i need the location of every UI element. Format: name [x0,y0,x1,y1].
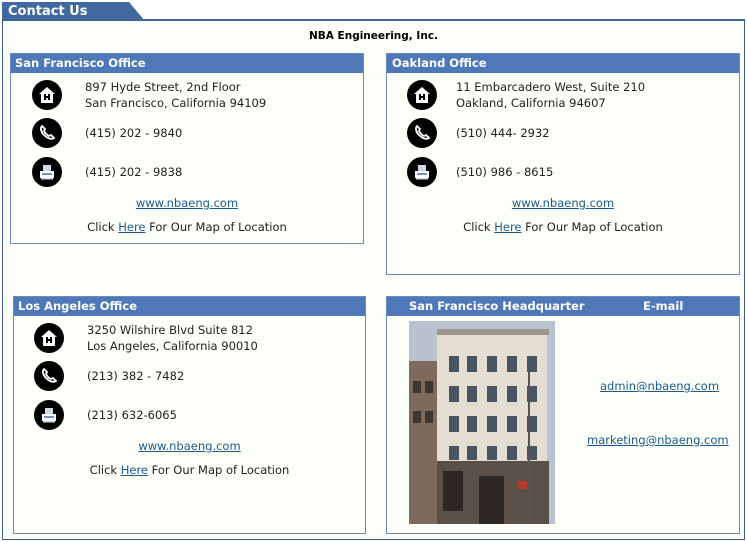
la-fax: (213) 632-6065 [87,408,177,422]
hq-panel: San Francisco Headquarter E-mail admin@n… [386,296,740,534]
la-website-link[interactable]: www.nbaeng.com [138,439,240,453]
la-phone: (213) 382 - 7482 [87,369,185,383]
sf-office-panel: San Francisco Office 897 Hyde Street, 2n… [10,53,364,244]
building-icon [32,80,62,110]
la-office-heading: Los Angeles Office [14,297,365,316]
oak-phone: (510) 444- 2932 [456,126,550,140]
oak-office-panel: Oakland Office 11 Embarcadero West, Suit… [386,53,740,275]
sf-office-heading: San Francisco Office [11,54,363,73]
fax-icon [32,157,62,187]
building-icon [407,80,437,110]
phone-icon [34,361,64,391]
fax-icon [34,400,64,430]
sf-website-link[interactable]: www.nbaeng.com [136,196,238,210]
sf-fax: (415) 202 - 9838 [85,165,183,179]
oak-website-link[interactable]: www.nbaeng.com [512,196,614,210]
company-name: NBA Engineering, Inc. [308,30,439,42]
oak-fax: (510) 986 - 8615 [456,165,554,179]
marketing-email-link[interactable]: marketing@nbaeng.com [587,433,729,447]
phone-icon [407,118,437,148]
fax-icon [407,157,437,187]
sf-address-line2: San Francisco, California 94109 [85,96,267,110]
la-address-line2: Los Angeles, California 90010 [87,339,258,353]
oak-address-line1: 11 Embarcadero West, Suite 210 [456,80,646,94]
sf-map-prefix: Click [87,220,119,234]
oak-map-prefix: Click [463,220,495,234]
sf-map-link[interactable]: Here [118,220,145,234]
sf-map-suffix: For Our Map of Location [145,220,287,234]
la-address-line1: 3250 Wilshire Blvd Suite 812 [87,323,253,337]
oak-address-line2: Oakland, California 94607 [456,96,606,110]
admin-email-link[interactable]: admin@nbaeng.com [600,379,719,393]
sf-address-line1: 897 Hyde Street, 2nd Floor [85,80,241,94]
hq-heading: San Francisco Headquarter [409,299,585,313]
oak-office-heading: Oakland Office [387,54,739,73]
la-office-panel: Los Angeles Office 3250 Wilshire Blvd Su… [13,296,366,534]
la-map-suffix: For Our Map of Location [148,463,290,477]
la-map-link[interactable]: Here [121,463,148,477]
oak-map-suffix: For Our Map of Location [521,220,663,234]
building-icon [34,323,64,353]
headquarters-photo [409,321,555,524]
sf-phone: (415) 202 - 9840 [85,126,183,140]
oak-map-link[interactable]: Here [494,220,521,234]
phone-icon [32,118,62,148]
la-map-prefix: Click [89,463,121,477]
email-heading: E-mail [643,299,684,313]
